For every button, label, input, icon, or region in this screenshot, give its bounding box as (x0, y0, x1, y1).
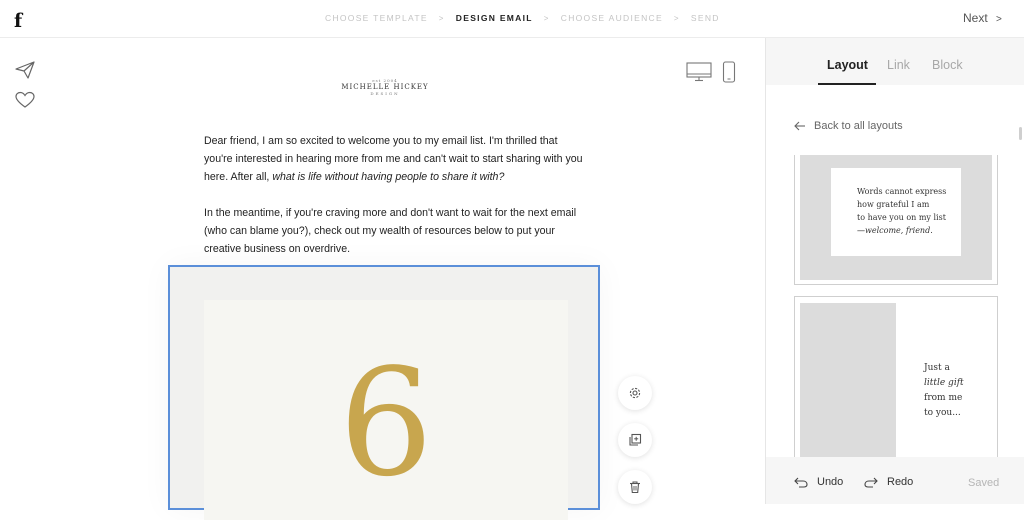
panel-tabs: Layout Link Block (766, 38, 1024, 85)
send-test-icon[interactable] (14, 60, 36, 80)
panel-footer: Undo Redo Saved (766, 457, 1024, 504)
tab-block[interactable]: Block (932, 58, 963, 72)
selected-image-block[interactable]: 6 (168, 265, 600, 520)
scrollbar-thumb[interactable] (1019, 127, 1022, 140)
duplicate-block-button[interactable] (618, 423, 652, 457)
image-placeholder: 6 (204, 300, 568, 520)
trash-icon (630, 481, 640, 494)
quote-line: Words cannot express (857, 187, 947, 196)
app-logo[interactable]: f (14, 10, 22, 32)
step-separator: > (438, 13, 445, 23)
undo-icon (794, 477, 808, 488)
layout-image-placeholder (800, 303, 896, 463)
next-label: Next (963, 11, 988, 25)
layout-option-image-text[interactable]: Just a little gift from me to you... (794, 296, 998, 463)
brand-name: MICHELLE HICKEY (341, 83, 429, 91)
brand-sub: DESIGN (370, 91, 400, 96)
layout-text-line: little gift (924, 378, 964, 388)
layout-text-line: from me (924, 393, 963, 403)
layout-option-quote[interactable]: Words cannot express how grateful I am t… (794, 155, 998, 285)
quote-line: to have you on my list (857, 213, 946, 222)
email-paragraph-2[interactable]: In the meantime, if you're craving more … (204, 204, 584, 258)
quote-line: —welcome, friend. (857, 226, 933, 235)
paragraph-1-italic: what is life without having people to sh… (272, 171, 505, 183)
numeral-six: 6 (338, 337, 434, 509)
email-brand-logo: est 2004 MICHELLE HICKEY DESIGN (330, 78, 440, 96)
step-separator: > (543, 13, 550, 23)
delete-block-button[interactable] (618, 470, 652, 504)
step-breadcrumb: CHOOSE TEMPLATE > DESIGN EMAIL > CHOOSE … (325, 13, 720, 23)
redo-icon (864, 477, 878, 488)
redo-button[interactable]: Redo (864, 476, 913, 488)
step-send[interactable]: SEND (691, 13, 720, 23)
layout-text-line: to you... (924, 408, 961, 418)
back-label: Back to all layouts (814, 120, 903, 132)
heart-icon[interactable] (14, 90, 36, 110)
quote-line: how grateful I am (857, 200, 930, 209)
tab-layout[interactable]: Layout (827, 58, 868, 72)
desktop-preview-icon[interactable] (686, 62, 712, 87)
next-button[interactable]: Next > (963, 11, 1002, 25)
chevron-right-icon: > (996, 14, 1002, 25)
undo-button[interactable]: Undo (794, 476, 843, 488)
step-choose-audience[interactable]: CHOOSE AUDIENCE (561, 13, 663, 23)
arrow-left-icon (794, 121, 805, 131)
layout-text-line: Just a (924, 363, 950, 373)
back-to-layouts-link[interactable]: Back to all layouts (794, 120, 903, 132)
duplicate-icon (629, 433, 642, 446)
step-design-email[interactable]: DESIGN EMAIL (456, 13, 533, 23)
undo-label: Undo (817, 476, 844, 488)
step-choose-template[interactable]: CHOOSE TEMPLATE (325, 13, 428, 23)
step-separator: > (673, 13, 680, 23)
properties-panel: Layout Link Block Back to all layouts Wo… (765, 38, 1024, 504)
layout-quote-box: Words cannot express how grateful I am t… (831, 168, 961, 256)
layout-text: Just a little gift from me to you... (924, 361, 964, 421)
layout-list: Back to all layouts Words cannot express… (766, 85, 1024, 463)
tab-link[interactable]: Link (887, 58, 910, 72)
mobile-preview-icon[interactable] (722, 61, 736, 88)
email-paragraph-1[interactable]: Dear friend, I am so excited to welcome … (204, 132, 584, 186)
gear-icon (629, 387, 641, 399)
block-settings-button[interactable] (618, 376, 652, 410)
redo-label: Redo (887, 476, 914, 488)
save-status: Saved (968, 477, 1000, 489)
top-bar: f CHOOSE TEMPLATE > DESIGN EMAIL > CHOOS… (0, 0, 1024, 38)
